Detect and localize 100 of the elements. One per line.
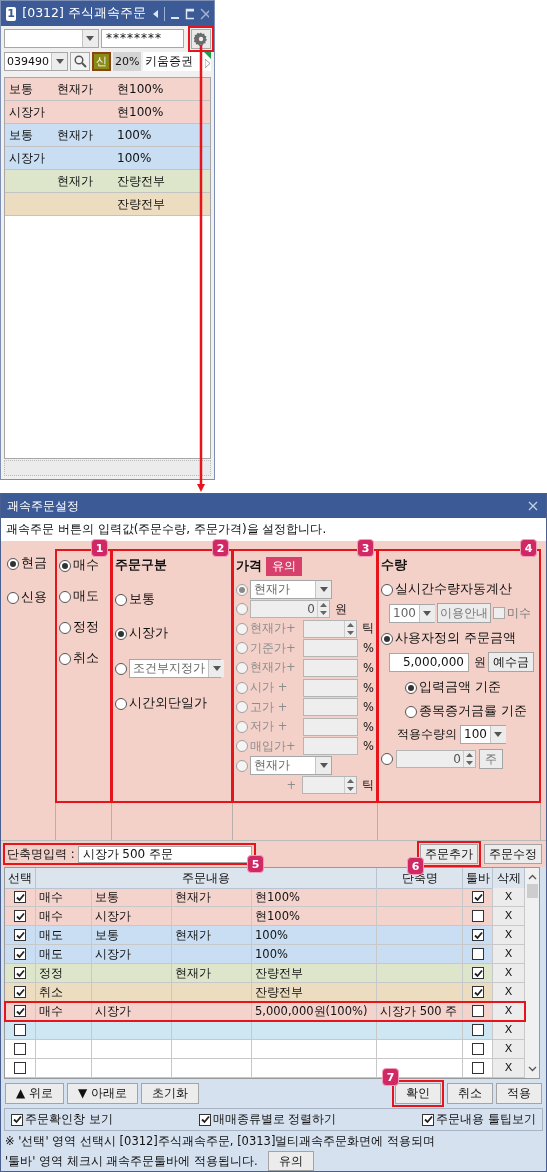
checkmark-icon bbox=[15, 891, 25, 903]
order-item[interactable]: 시장가 100% bbox=[5, 147, 210, 170]
scroll-up-icon[interactable] bbox=[527, 874, 537, 880]
edit-order-button[interactable]: 주문수정 bbox=[484, 844, 542, 864]
deposit-button[interactable]: 예수금 bbox=[488, 652, 534, 672]
resize-grip[interactable] bbox=[4, 460, 211, 476]
table-row[interactable]: 정정 현재가 잔량전부 X bbox=[5, 964, 525, 983]
delete-button[interactable]: X bbox=[493, 907, 525, 926]
move-button[interactable]: ▲ 위로 bbox=[5, 1083, 65, 1104]
scrollbar[interactable] bbox=[525, 868, 539, 1078]
order-type-radio[interactable]: 보통 bbox=[115, 591, 229, 608]
order-item[interactable]: 현재가 잔량전부 bbox=[5, 170, 210, 193]
select-checkbox[interactable] bbox=[14, 929, 26, 941]
close-icon[interactable] bbox=[528, 501, 538, 511]
table-row[interactable]: 매도 시장가 100% X bbox=[5, 945, 525, 964]
select-checkbox[interactable] bbox=[14, 910, 26, 922]
toolbar-checkbox[interactable] bbox=[471, 948, 484, 960]
close-icon[interactable] bbox=[200, 7, 209, 20]
dropdown-arrow-icon bbox=[55, 59, 64, 64]
custom-amount-radio[interactable]: 사용자정의 주문금액 bbox=[381, 630, 537, 647]
table-row[interactable]: 매수 보통 현재가 현100% X bbox=[5, 888, 525, 907]
auto-quantity-radio[interactable]: 실시간수량자동계산 bbox=[381, 581, 537, 598]
stock-name-field: 키움증권 bbox=[143, 52, 211, 71]
select-checkbox[interactable] bbox=[14, 967, 26, 979]
short-name-label: 단축명입력 : bbox=[7, 846, 75, 862]
table-row[interactable]: 매수 시장가 현100% X bbox=[5, 907, 525, 926]
select-checkbox[interactable] bbox=[14, 1062, 26, 1074]
option-checkbox[interactable]: 주문내용 툴팁보기 bbox=[422, 1111, 536, 1128]
scroll-down-icon[interactable] bbox=[527, 1066, 537, 1072]
scroll-thumb[interactable] bbox=[526, 884, 538, 898]
notice-button[interactable]: 유의 bbox=[267, 1151, 314, 1171]
table-row[interactable]: 매도 보통 현재가 100% X bbox=[5, 926, 525, 945]
delete-button[interactable]: X bbox=[493, 888, 525, 907]
trade-type-radio[interactable]: 취소 bbox=[59, 650, 108, 667]
select-checkbox[interactable] bbox=[14, 986, 26, 998]
shares-unit-button[interactable]: 주 bbox=[479, 749, 503, 769]
delete-button[interactable]: X bbox=[493, 1002, 525, 1021]
trade-type-radio[interactable]: 매수 bbox=[59, 557, 108, 574]
order-item[interactable]: 시장가 현100% bbox=[5, 101, 210, 124]
cancel-button[interactable]: 취소 bbox=[447, 1083, 493, 1104]
ok-button[interactable]: 확인 bbox=[395, 1083, 441, 1104]
select-checkbox[interactable] bbox=[14, 1043, 26, 1055]
toolbar-checkbox[interactable] bbox=[471, 1043, 484, 1055]
table-row[interactable]: 매수 시장가 5,000,000원(100%) 시장가 500 주 X bbox=[5, 1002, 525, 1021]
toolbar-checkbox[interactable] bbox=[471, 910, 484, 922]
password-field[interactable]: ******** bbox=[101, 29, 185, 48]
delete-button[interactable]: X bbox=[493, 1040, 525, 1059]
delete-button[interactable]: X bbox=[493, 926, 525, 945]
trade-type-radio[interactable]: 매도 bbox=[59, 588, 108, 605]
basis-radio[interactable]: 입력금액 기준 bbox=[381, 679, 537, 696]
order-type-radio[interactable]: 시간외단일가 bbox=[115, 695, 229, 712]
maximize-icon[interactable] bbox=[185, 7, 195, 20]
table-cell: 5,000,000원(100%) bbox=[252, 1002, 377, 1021]
apply-quantity-dropdown[interactable]: 100 bbox=[460, 725, 506, 744]
scroll-right-icon[interactable] bbox=[205, 59, 210, 68]
select-checkbox[interactable] bbox=[14, 891, 26, 903]
option-checkbox[interactable]: 주문확인창 보기 bbox=[11, 1111, 113, 1128]
toolbar-checkbox[interactable] bbox=[471, 1005, 484, 1017]
radio-button[interactable] bbox=[381, 753, 393, 765]
delete-button[interactable]: X bbox=[493, 1059, 525, 1078]
move-button[interactable]: ▼ 아래로 bbox=[67, 1083, 139, 1104]
order-item[interactable]: 보통 현재가 100% bbox=[5, 124, 210, 147]
account-type-radio[interactable]: 현금 bbox=[7, 555, 49, 572]
toolbar-checkbox[interactable] bbox=[471, 1024, 484, 1036]
toolbar-checkbox[interactable] bbox=[471, 891, 484, 903]
collapse-icon[interactable] bbox=[151, 8, 158, 19]
dropdown-arrow-icon bbox=[86, 36, 95, 41]
select-checkbox[interactable] bbox=[14, 1024, 26, 1036]
table-row[interactable]: X bbox=[5, 1040, 525, 1059]
condition-dropdown[interactable]: 조건부지정가 bbox=[129, 659, 221, 678]
delete-button[interactable]: X bbox=[493, 945, 525, 964]
select-checkbox[interactable] bbox=[14, 948, 26, 960]
trade-type-radio[interactable]: 정정 bbox=[59, 619, 108, 636]
amount-field[interactable]: 5,000,000 bbox=[389, 652, 469, 672]
order-item[interactable]: 보통 현재가 현100% bbox=[5, 78, 210, 101]
toolbar-checkbox[interactable] bbox=[471, 967, 484, 979]
toolbar-checkbox[interactable] bbox=[471, 1062, 484, 1074]
toolbar-checkbox[interactable] bbox=[471, 929, 484, 941]
short-name-field[interactable]: 시장가 500 주문 bbox=[77, 845, 252, 863]
guide-button[interactable]: 이용안내 bbox=[437, 603, 491, 623]
unit-label: 틱 bbox=[362, 777, 374, 793]
dropdown-arrow-icon bbox=[319, 587, 328, 593]
toolbar-checkbox[interactable] bbox=[471, 986, 484, 998]
settings-button[interactable] bbox=[191, 28, 211, 49]
apply-button[interactable]: 적용 bbox=[496, 1083, 542, 1104]
basis-radio[interactable]: 종목증거금률 기준 bbox=[381, 703, 537, 720]
radio-button[interactable] bbox=[115, 662, 127, 675]
amount-dropdown[interactable]: 100 bbox=[389, 603, 435, 623]
add-order-button[interactable]: 주문추가 bbox=[420, 844, 478, 864]
account-type-radio[interactable]: 신용 bbox=[7, 589, 49, 606]
option-checkbox[interactable]: 매매종류별로 정렬하기 bbox=[198, 1111, 337, 1128]
order-item[interactable]: 잔량전부 bbox=[5, 193, 210, 216]
delete-button[interactable]: X bbox=[493, 964, 525, 983]
shares-spinner[interactable]: 0 bbox=[396, 750, 476, 768]
reset-button[interactable]: 초기화 bbox=[141, 1083, 200, 1104]
select-checkbox[interactable] bbox=[14, 1005, 26, 1017]
search-button[interactable] bbox=[70, 52, 90, 71]
order-type-radio[interactable]: 시장가 bbox=[115, 625, 229, 642]
checkmark-icon bbox=[15, 1005, 25, 1017]
stock-code-dropdown[interactable]: 039490 bbox=[4, 52, 68, 71]
